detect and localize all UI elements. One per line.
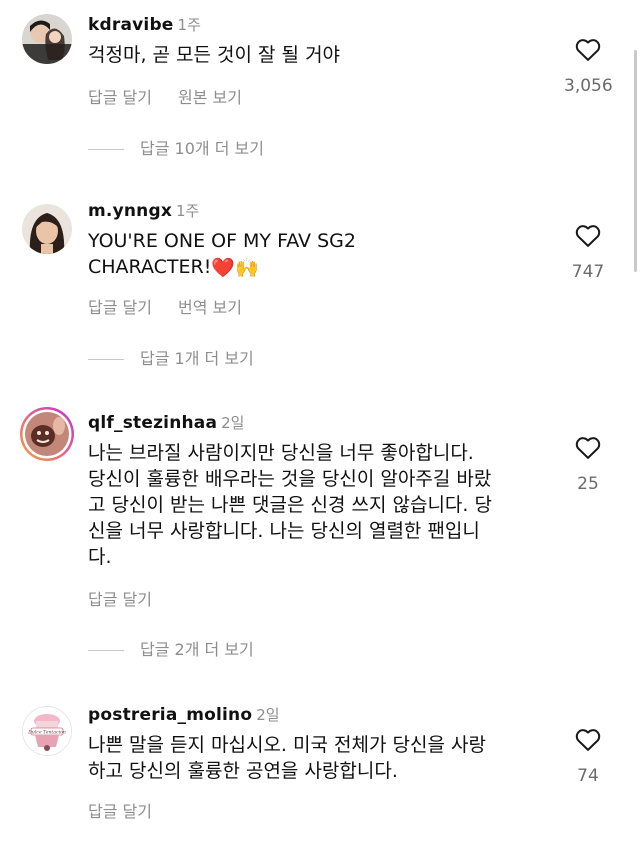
comment-text: 걱정마, 곧 모든 것이 잘 될 거야 xyxy=(88,42,548,68)
username[interactable]: kdravibe xyxy=(88,15,174,35)
avatar-logo-text: Dulce Tentación xyxy=(27,729,66,736)
comment-text: 나는 브라질 사람이지만 당신을 너무 좋아합니다. 당신이 훌륭한 배우라는 … xyxy=(88,440,548,570)
divider xyxy=(88,650,124,651)
comment-line: CHARACTER! xyxy=(88,256,212,278)
reply-button[interactable]: 답글 달기 xyxy=(88,586,152,610)
like-count: 74 xyxy=(577,766,599,786)
view-replies-label: 답글 1개 더 보기 xyxy=(140,349,254,368)
comment-text: 나쁜 말을 듣지 마십시오. 미국 전체가 당신을 사랑 하고 당신의 훌륭한 … xyxy=(88,732,548,784)
comment-line: 신을 너무 사랑합니다. 나는 당신의 열렬한 팬입니 xyxy=(88,520,480,542)
reply-button[interactable]: 답글 달기 xyxy=(88,84,152,108)
username[interactable]: postreria_molino xyxy=(88,705,252,725)
comment-line: 하고 당신의 훌륭한 공연을 사랑합니다. xyxy=(88,760,398,782)
comment-line: 걱정마, 곧 모든 것이 잘 될 거야 xyxy=(88,44,341,66)
avatar[interactable] xyxy=(22,204,72,254)
heart-outline-icon[interactable] xyxy=(574,36,602,62)
emoji: ❤️🙌 xyxy=(211,257,259,279)
reply-button[interactable]: 답글 달기 xyxy=(88,294,152,318)
see-original-button[interactable]: 원본 보기 xyxy=(178,84,242,108)
view-replies-button[interactable]: 답글 1개 더 보기 xyxy=(88,345,254,369)
avatar[interactable] xyxy=(22,14,72,64)
avatar-with-story-ring[interactable] xyxy=(19,406,75,462)
like-count: 25 xyxy=(577,474,599,494)
reply-button[interactable]: 답글 달기 xyxy=(88,798,152,822)
comment-actions: 답글 달기 xyxy=(88,798,152,822)
comment-line: 다. xyxy=(88,546,112,568)
like-count: 747 xyxy=(571,262,605,282)
comment-line: 나는 브라질 사람이지만 당신을 너무 좋아합니다. xyxy=(88,442,474,464)
divider xyxy=(88,149,124,150)
avatar[interactable]: Dulce Tentación xyxy=(22,706,72,756)
heart-outline-icon[interactable] xyxy=(574,434,602,460)
comment-line: 당신이 훌륭한 배우라는 것을 당신이 알아주길 바랐 xyxy=(88,468,492,490)
comment-line: YOU'RE ONE OF MY FAV SG2 xyxy=(88,230,356,252)
username[interactable]: qlf_stezinhaa xyxy=(88,413,217,433)
like-control: 3,056 xyxy=(564,36,613,96)
like-control: 74 xyxy=(564,726,612,786)
comment-actions: 답글 달기 번역 보기 xyxy=(88,294,242,318)
comment-header: postreria_molino 2일 xyxy=(88,704,280,725)
view-replies-button[interactable]: 답글 10개 더 보기 xyxy=(88,135,264,159)
comment-header: kdravibe 1주 xyxy=(88,14,201,35)
view-replies-button[interactable]: 답글 2개 더 보기 xyxy=(88,636,254,660)
like-count: 3,056 xyxy=(564,76,613,96)
like-control: 25 xyxy=(564,434,612,494)
comment-header: qlf_stezinhaa 2일 xyxy=(88,412,244,433)
like-control: 747 xyxy=(564,222,612,282)
comment-header: m.ynngx 1주 xyxy=(88,200,199,221)
view-replies-label: 답글 2개 더 보기 xyxy=(140,640,254,659)
timestamp: 2일 xyxy=(221,414,245,432)
see-translation-button[interactable]: 번역 보기 xyxy=(178,294,242,318)
comment-line: 고 당신이 받는 나쁜 댓글은 신경 쓰지 않습니다. 당 xyxy=(88,494,492,516)
timestamp: 2일 xyxy=(256,706,280,724)
timestamp: 1주 xyxy=(176,202,200,220)
view-replies-label: 답글 10개 더 보기 xyxy=(140,139,264,158)
heart-outline-icon[interactable] xyxy=(574,222,602,248)
timestamp: 1주 xyxy=(177,16,201,34)
comment-text: YOU'RE ONE OF MY FAV SG2 CHARACTER!❤️🙌 xyxy=(88,228,548,281)
username[interactable]: m.ynngx xyxy=(88,201,172,221)
heart-outline-icon[interactable] xyxy=(574,726,602,752)
comment-actions: 답글 달기 xyxy=(88,586,152,610)
comment-line: 나쁜 말을 듣지 마십시오. 미국 전체가 당신을 사랑 xyxy=(88,734,486,756)
scrollbar[interactable] xyxy=(634,50,637,272)
comment-actions: 답글 달기 원본 보기 xyxy=(88,84,242,108)
divider xyxy=(88,359,124,360)
